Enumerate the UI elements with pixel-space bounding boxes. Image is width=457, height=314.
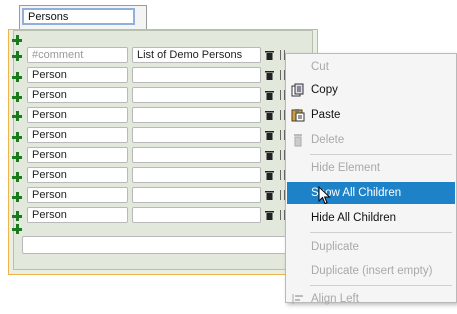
menu-item-label: Hide All Children: [311, 212, 397, 224]
menu-item-hide-all-children[interactable]: Hide All Children: [287, 207, 455, 229]
row-value-field[interactable]: [132, 67, 261, 83]
row-key-field[interactable]: Person: [27, 167, 128, 183]
add-row-icon[interactable]: [12, 111, 22, 121]
delete-row-icon[interactable]: [265, 50, 274, 60]
row-value-field[interactable]: [132, 107, 261, 123]
menu-item-label: Align Left: [311, 293, 359, 305]
add-row-icon[interactable]: [12, 72, 22, 82]
row-key-field[interactable]: Person: [27, 187, 128, 203]
context-menu: Cut Copy Paste Delete Hide Element Show …: [285, 53, 457, 305]
row-value-field[interactable]: [132, 147, 261, 163]
delete-row-icon[interactable]: [265, 150, 274, 160]
add-row-icon[interactable]: [12, 152, 22, 162]
add-row-icon[interactable]: [12, 192, 22, 202]
menu-item-duplicate[interactable]: Duplicate: [287, 236, 455, 258]
row-key-field[interactable]: #comment: [27, 47, 128, 63]
copy-icon: [291, 83, 305, 97]
menu-separator: [310, 285, 452, 286]
menu-item-label: Paste: [311, 109, 341, 121]
row-value-field[interactable]: [132, 187, 261, 203]
new-element-field[interactable]: [22, 236, 294, 254]
row-key-field[interactable]: Person: [27, 207, 128, 223]
delete-row-icon[interactable]: [265, 90, 274, 100]
menu-item-align-left[interactable]: Align Left: [287, 288, 455, 310]
menu-item-show-all-children[interactable]: Show All Children: [287, 182, 455, 204]
menu-item-cut[interactable]: Cut: [287, 56, 455, 78]
element-title-input[interactable]: Persons: [22, 8, 135, 25]
paste-icon: [291, 108, 305, 122]
menu-item-label: Duplicate: [311, 241, 359, 253]
add-row-icon[interactable]: [12, 51, 22, 61]
align-left-icon: [291, 292, 305, 306]
add-child-icon[interactable]: [12, 35, 22, 45]
mouse-cursor-icon: [318, 185, 332, 209]
menu-separator: [310, 154, 452, 155]
scissors-icon: [291, 60, 305, 74]
add-row-icon[interactable]: [12, 224, 22, 234]
row-key-field[interactable]: Person: [27, 147, 128, 163]
menu-item-label: Copy: [311, 84, 338, 96]
row-key-field[interactable]: Person: [27, 127, 128, 143]
delete-row-icon[interactable]: [265, 70, 274, 80]
menu-item-label: Duplicate (insert empty): [311, 265, 433, 277]
delete-row-icon[interactable]: [265, 110, 274, 120]
row-value-field[interactable]: [132, 127, 261, 143]
row-key-field[interactable]: Person: [27, 107, 128, 123]
delete-row-icon[interactable]: [265, 130, 274, 140]
menu-item-paste[interactable]: Paste: [287, 104, 455, 126]
menu-item-delete[interactable]: Delete: [287, 129, 455, 151]
menu-separator: [310, 232, 452, 233]
menu-item-label: Delete: [311, 134, 345, 146]
add-row-icon[interactable]: [12, 132, 22, 142]
row-value-field[interactable]: [132, 87, 261, 103]
add-row-icon[interactable]: [12, 211, 22, 221]
delete-row-icon[interactable]: [265, 190, 274, 200]
row-value-field[interactable]: [132, 167, 261, 183]
add-row-icon[interactable]: [12, 92, 22, 102]
menu-item-hide-element[interactable]: Hide Element: [287, 157, 455, 179]
delete-row-icon[interactable]: [265, 170, 274, 180]
menu-item-duplicate-insert-empty[interactable]: Duplicate (insert empty): [287, 260, 455, 282]
menu-item-label: Cut: [311, 61, 329, 73]
menu-item-copy[interactable]: Copy: [287, 79, 455, 101]
row-value-field[interactable]: [132, 207, 261, 223]
delete-row-icon[interactable]: [265, 210, 274, 220]
row-key-field[interactable]: Person: [27, 87, 128, 103]
row-key-field[interactable]: Person: [27, 67, 128, 83]
menu-item-label: Hide Element: [311, 162, 381, 174]
add-row-icon[interactable]: [12, 172, 22, 182]
trash-icon: [291, 133, 305, 147]
row-value-field[interactable]: List of Demo Persons: [132, 47, 261, 63]
